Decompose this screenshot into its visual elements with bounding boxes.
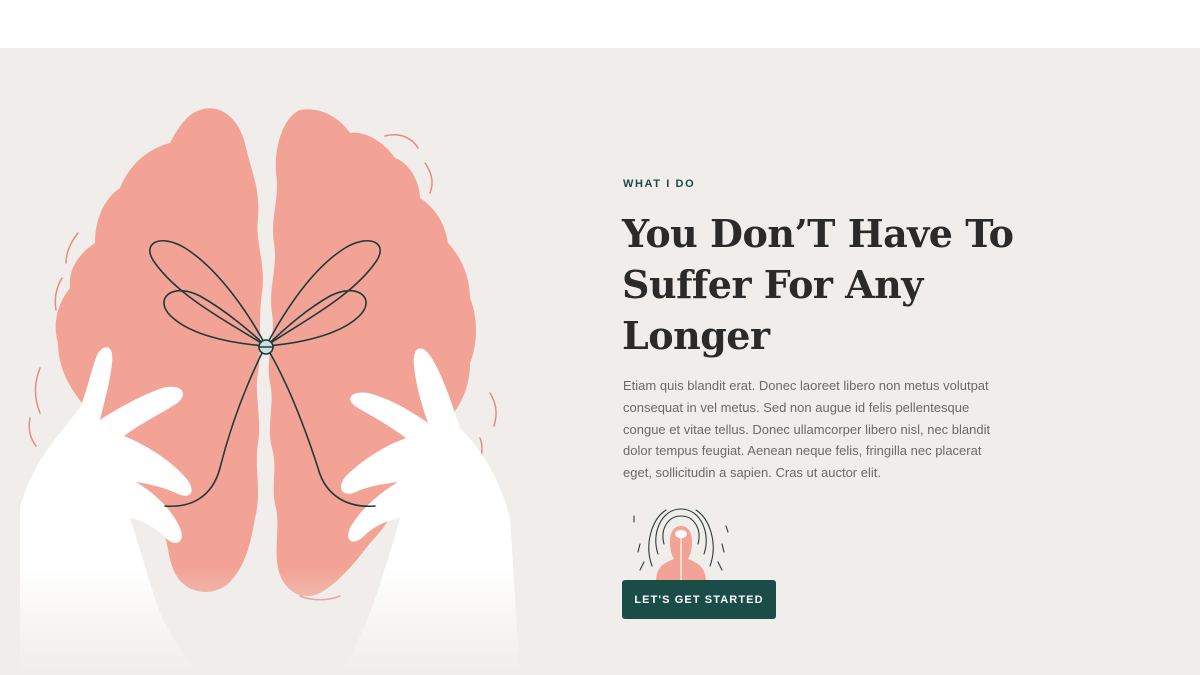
person-head-waves-icon	[633, 508, 729, 582]
section-eyebrow: WHAT I DO	[623, 178, 696, 190]
get-started-button[interactable]: LET'S GET STARTED	[622, 580, 776, 619]
section-heading: You Don’T Have To Suffer For Any Longer	[622, 211, 1014, 358]
brain-hands-illustration	[0, 108, 600, 675]
hero-section: WHAT I DO You Don’T Have To Suffer For A…	[0, 48, 1200, 675]
bottom-fade	[0, 568, 600, 675]
top-bar	[0, 0, 1200, 48]
section-body-text: Etiam quis blandit erat. Donec laoreet l…	[623, 378, 991, 481]
